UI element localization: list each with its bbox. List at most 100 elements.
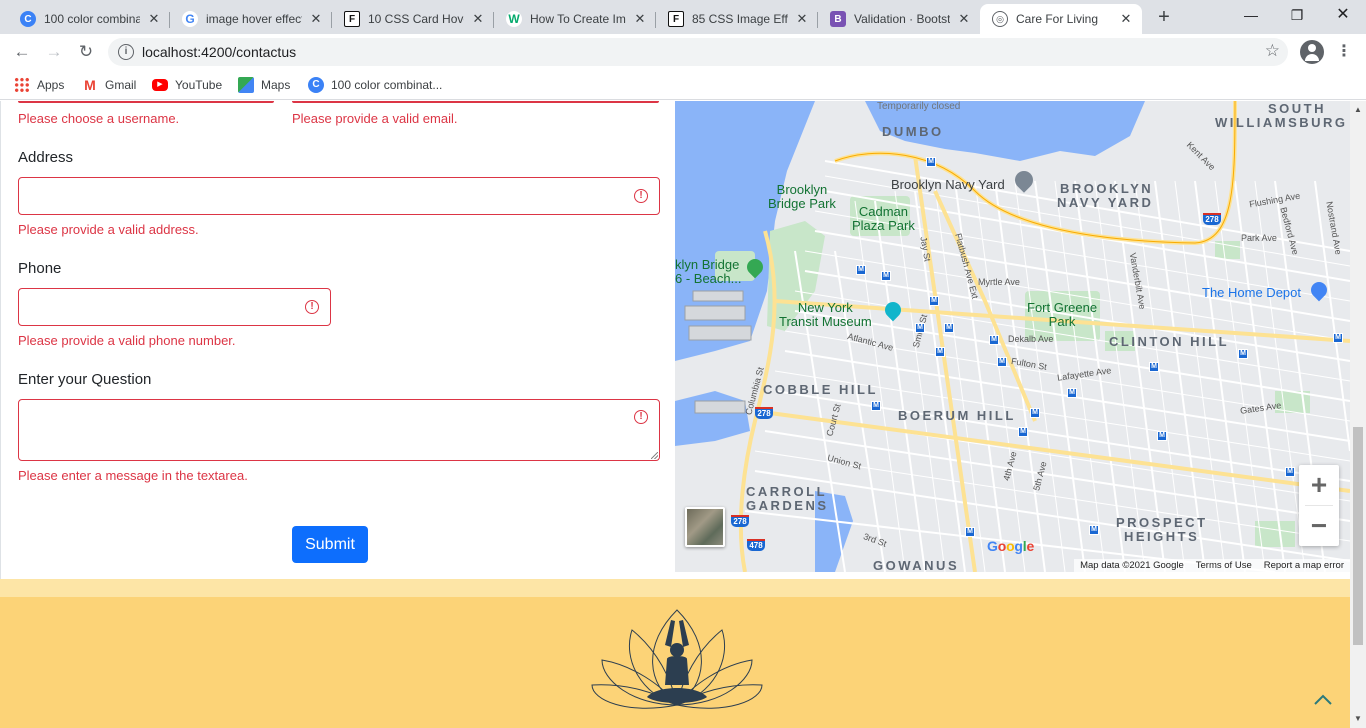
apps-grid-icon	[14, 77, 30, 93]
scrollbar-thumb[interactable]	[1353, 427, 1363, 645]
close-icon[interactable]: ✕	[794, 11, 810, 27]
tab-title: image hover effect	[206, 12, 302, 26]
close-icon[interactable]: ✕	[632, 11, 648, 27]
map-label-boerum-hill: BOERUM HILL	[898, 408, 1016, 423]
close-icon[interactable]: ✕	[1118, 11, 1134, 27]
address-label: Address	[18, 149, 74, 166]
interstate-shield-icon: 278	[1203, 213, 1221, 225]
close-window-button[interactable]: ✕	[1320, 0, 1366, 30]
browser-toolbar: ← → ↻ i localhost:4200/contactus ☆	[0, 34, 1366, 70]
tab-image-hover[interactable]: G image hover effect ✕	[170, 4, 332, 34]
google-map[interactable]: DUMBO SOUTH WILLIAMSBURG BROOKLYN NAVY Y…	[675, 101, 1350, 572]
bookmarks-bar: Apps M Gmail ▶ YouTube Maps C 100 color …	[0, 70, 1366, 100]
close-icon[interactable]: ✕	[146, 11, 162, 27]
restore-button[interactable]: ❐	[1274, 0, 1320, 30]
canva-icon: C	[20, 11, 36, 27]
map-label-clinton-hill: CLINTON HILL	[1109, 334, 1230, 349]
question-textarea[interactable]: !	[18, 399, 660, 461]
interstate-shield-icon: 278	[731, 515, 749, 527]
tab-title: Care For Living	[1016, 12, 1099, 26]
reload-button[interactable]: ↻	[74, 40, 98, 64]
scroll-down-icon[interactable]: ▼	[1350, 712, 1366, 726]
street-label: Park Ave	[1241, 233, 1277, 243]
bookmark-label: YouTube	[175, 78, 223, 92]
address-input[interactable]: !	[18, 177, 660, 215]
subway-icon: M	[929, 296, 939, 306]
tab-how-to-create[interactable]: W How To Create Ima ✕	[494, 4, 656, 34]
subway-icon: M	[1238, 349, 1248, 359]
site-info-icon[interactable]: i	[118, 44, 134, 60]
map-data-credit: Map data ©2021 Google	[1080, 560, 1184, 571]
zoom-in-button[interactable]: +	[1299, 465, 1339, 505]
subway-icon: M	[965, 527, 975, 537]
zoom-out-button[interactable]: −	[1299, 506, 1339, 546]
bootstrap-icon: B	[830, 11, 846, 27]
terms-of-use-link[interactable]: Terms of Use	[1196, 559, 1252, 572]
subway-icon: M	[1018, 427, 1028, 437]
street-label: Myrtle Ave	[978, 277, 1020, 287]
subway-icon: M	[935, 347, 945, 357]
map-label-cobble-hill: COBBLE HILL	[763, 382, 878, 397]
map-label-gowanus: GOWANUS	[873, 558, 960, 572]
bookmark-maps[interactable]: Maps	[238, 76, 290, 94]
map-poi-bridge-park-beach[interactable]: klyn Bridge 6 - Beach...	[675, 258, 741, 286]
freefrontend-icon: F	[668, 11, 684, 27]
close-icon[interactable]: ✕	[956, 11, 972, 27]
map-poi-fort-greene-park[interactable]: Fort Greene Park	[1027, 301, 1097, 329]
canva-icon: C	[308, 77, 324, 93]
profile-avatar[interactable]	[1300, 40, 1324, 64]
site-footer	[0, 597, 1350, 728]
bookmark-label: 100 color combinat...	[331, 78, 443, 92]
bookmark-color-combinations[interactable]: C 100 color combinat...	[308, 76, 442, 94]
page-scrollbar[interactable]: ▲ ▼	[1350, 101, 1366, 728]
minimize-button[interactable]: —	[1228, 0, 1274, 30]
subway-icon: M	[915, 323, 925, 333]
tab-bootstrap-validation[interactable]: B Validation · Bootst ✕	[818, 4, 980, 34]
map-label-south: SOUTH	[1268, 101, 1326, 116]
submit-button[interactable]: Submit	[292, 526, 368, 563]
map-poi-home-depot[interactable]: The Home Depot	[1202, 285, 1301, 300]
close-icon[interactable]: ✕	[470, 11, 486, 27]
map-poi-transit-museum[interactable]: New York Transit Museum	[779, 301, 872, 329]
map-poi-cadman-plaza-park[interactable]: Cadman Plaza Park	[852, 205, 915, 233]
browser-menu-icon[interactable]: ⋮	[1336, 42, 1352, 62]
map-poi-navy-yard[interactable]: Brooklyn Navy Yard	[891, 177, 1005, 192]
bookmark-youtube[interactable]: ▶ YouTube	[152, 76, 222, 94]
subway-icon: M	[1285, 467, 1295, 477]
gmail-icon: M	[84, 77, 96, 93]
tab-color-combinations[interactable]: C 100 color combina ✕	[8, 4, 170, 34]
subway-icon: M	[926, 157, 936, 167]
new-tab-button[interactable]: +	[1152, 6, 1176, 30]
tab-css-image-effects[interactable]: F 85 CSS Image Effe ✕	[656, 4, 818, 34]
phone-input[interactable]: !	[18, 288, 331, 326]
question-feedback: Please enter a message in the textarea.	[18, 468, 248, 483]
interstate-shield-icon: 478	[747, 539, 765, 551]
scroll-to-top-icon[interactable]	[1312, 693, 1334, 707]
report-map-error-link[interactable]: Report a map error	[1264, 559, 1344, 572]
bookmark-star-icon[interactable]: ☆	[1265, 41, 1280, 61]
tab-care-for-living[interactable]: ◎ Care For Living ✕	[980, 4, 1142, 34]
url-text: localhost:4200/contactus	[142, 44, 297, 60]
google-logo: Google	[987, 538, 1035, 554]
forward-button[interactable]: →	[42, 40, 66, 64]
bookmark-apps[interactable]: Apps	[14, 76, 64, 94]
scroll-up-icon[interactable]: ▲	[1350, 103, 1366, 117]
phone-feedback: Please provide a valid phone number.	[18, 333, 236, 348]
close-icon[interactable]: ✕	[308, 11, 324, 27]
map-label-heights: HEIGHTS	[1124, 529, 1200, 544]
back-button[interactable]: ←	[10, 40, 34, 64]
subway-icon: M	[1089, 525, 1099, 535]
resize-handle[interactable]	[651, 452, 658, 459]
tab-css-card-hover[interactable]: F 10 CSS Card Hover ✕	[332, 4, 494, 34]
address-bar[interactable]: i localhost:4200/contactus ☆	[108, 38, 1288, 66]
map-poi-brooklyn-bridge-park[interactable]: Brooklyn Bridge Park	[768, 183, 836, 211]
contact-form: Please choose a username. Please provide…	[0, 101, 675, 579]
bookmark-gmail[interactable]: M Gmail	[82, 76, 136, 94]
email-input-bottom-edge[interactable]	[292, 101, 659, 103]
username-input-bottom-edge[interactable]	[18, 101, 274, 103]
w3schools-icon: W	[506, 11, 522, 27]
satellite-toggle[interactable]	[685, 507, 725, 547]
map-attribution: Map data ©2021 Google Terms of Use Repor…	[1074, 559, 1350, 572]
map-label-prospect: PROSPECT	[1116, 515, 1208, 530]
subway-icon: M	[997, 357, 1007, 367]
